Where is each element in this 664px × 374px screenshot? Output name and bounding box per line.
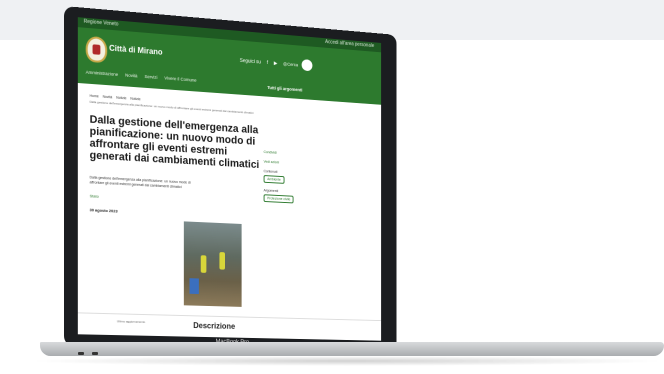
breadcrumb-novita[interactable]: Novità [103,95,113,100]
laptop-shadow [30,356,664,366]
laptop-screen: Regione Veneto Accedi all'area personale… [77,17,382,341]
usb-port-icon [92,352,98,355]
article-photo [183,221,242,307]
equipment-figure [189,278,199,295]
facebook-icon[interactable]: f [267,60,268,66]
breadcrumb-home[interactable]: Home [90,94,99,99]
search-button[interactable] [301,59,313,72]
laptop-base [40,342,664,356]
actions-link[interactable]: Vedi azioni [264,160,336,168]
share-link[interactable]: Condividi [264,150,336,158]
youtube-icon[interactable]: ▶ [274,61,278,67]
nav-item-novita[interactable]: Novità [125,73,137,79]
usb-port-icon [78,352,84,355]
region-link[interactable]: Regione Veneto [84,19,119,28]
laptop-lid: Regione Veneto Accedi all'area personale… [64,6,397,353]
all-topics-link[interactable]: Tutti gli argomenti [267,85,302,92]
search-label: Cerca [287,61,299,68]
article-sidebar: Condividi Vedi azioni Contenuti Ambiente… [263,150,336,211]
breadcrumb-notizie[interactable]: Notizie [116,96,126,101]
worker-figure [219,252,225,270]
city-name[interactable]: Città di Mirano [109,44,162,57]
social-label: Seguici su [239,57,261,66]
description-heading: Descrizione [193,321,236,331]
breadcrumb-notizie-2[interactable]: Notizie [130,97,140,102]
article-tag[interactable]: Stato [90,193,99,198]
worker-figure [200,255,207,273]
nav-item-servizi[interactable]: Servizi [144,74,157,80]
last-update-label: Ultimo aggiornamento [116,319,146,324]
nav-item-amministrazione[interactable]: Amministrazione [86,70,118,77]
topic-chip-ambiente[interactable]: Ambiente [263,175,285,184]
main-nav: Amministrazione Novità Servizi Vivere il… [86,70,202,84]
city-crest-icon [85,35,108,64]
article-date: 30 agosto 2023 [89,207,118,214]
social-links: Seguici su f ▶ ◎ [240,58,292,68]
topic-chip-protezione[interactable]: Protezione civile [263,194,294,204]
article-description: Dalla gestione dell'emergenza alla piani… [89,175,191,190]
article-title: Dalla gestione dell'emergenza alla piani… [89,113,260,171]
nav-item-vivere[interactable]: Vivere il Comune [164,75,196,82]
